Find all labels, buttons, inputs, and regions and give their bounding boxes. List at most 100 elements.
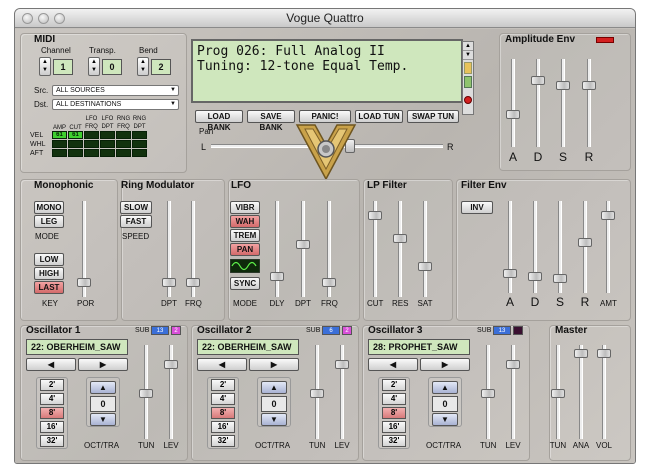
load-tun-button[interactable]: LOAD TUN	[355, 110, 403, 123]
channel-stepper[interactable]: ▲ ▼	[39, 57, 51, 76]
portamento-slider-knob[interactable]	[77, 277, 91, 287]
lfo-dly-slider-track[interactable]	[275, 201, 279, 297]
sub-level[interactable]: 13	[151, 326, 169, 335]
filter-env-a-slider-track[interactable]	[508, 201, 512, 293]
sub-octave[interactable]: 2	[171, 326, 181, 335]
osc1-lev-slider-knob[interactable]	[164, 360, 178, 370]
amp-env-d-slider-track[interactable]	[536, 59, 540, 147]
destination-select[interactable]: ALL DESTINATIONS ▼	[52, 99, 179, 110]
octave-button[interactable]: 8'	[211, 407, 235, 419]
matrix-cell[interactable]	[132, 131, 147, 139]
master-vol-slider-track[interactable]	[602, 345, 606, 439]
lp-sat-slider-track[interactable]	[423, 201, 427, 297]
sync-button[interactable]: SYNC	[230, 277, 260, 290]
osc2-lev-slider-track[interactable]	[340, 345, 344, 439]
wave-prev-button[interactable]: ◀	[197, 358, 247, 371]
osc2-tun-slider-knob[interactable]	[310, 389, 324, 399]
amp-env-r-slider-track[interactable]	[587, 59, 591, 147]
matrix-cell[interactable]	[116, 131, 131, 139]
transpose-down-button[interactable]: ▼	[432, 413, 458, 426]
sub-level[interactable]: 6	[322, 326, 340, 335]
octave-button[interactable]: 32'	[40, 435, 64, 447]
transp-stepper[interactable]: ▲ ▼	[88, 57, 100, 76]
lp-cut-slider-knob[interactable]	[368, 211, 382, 221]
matrix-cell[interactable]	[84, 149, 99, 157]
matrix-cell[interactable]	[100, 140, 115, 148]
mono-button[interactable]: MONO	[34, 201, 64, 214]
lfo-dly-slider-knob[interactable]	[270, 272, 284, 282]
source-select[interactable]: ALL SOURCES ▼	[52, 85, 179, 96]
sub-level[interactable]: 13	[493, 326, 511, 335]
octave-button[interactable]: 8'	[382, 407, 406, 419]
transpose-up-button[interactable]: ▲	[432, 381, 458, 394]
matrix-cell[interactable]	[132, 149, 147, 157]
lp-res-slider-track[interactable]	[398, 201, 402, 297]
sub-octave[interactable]: 2	[342, 326, 352, 335]
sub-octave[interactable]	[513, 326, 523, 335]
save-bank-button[interactable]: SAVE BANK	[247, 110, 295, 132]
filter-env-a-slider-knob[interactable]	[503, 269, 517, 279]
vibrato-button[interactable]: VIBR	[230, 201, 260, 214]
load-bank-button[interactable]: LOAD BANK	[195, 110, 243, 132]
filter-env-amt-slider-knob[interactable]	[601, 210, 615, 220]
ring-frq-slider-knob[interactable]	[186, 277, 200, 287]
legato-button[interactable]: LEG	[34, 215, 64, 228]
master-ana-slider-knob[interactable]	[574, 349, 588, 359]
filter-env-d-slider-knob[interactable]	[528, 271, 542, 281]
high-button[interactable]: HIGH	[34, 267, 64, 280]
octave-button[interactable]: 4'	[40, 393, 64, 405]
wave-prev-button[interactable]: ◀	[368, 358, 418, 371]
matrix-cell[interactable]	[68, 149, 83, 157]
bend-stepper[interactable]: ▲ ▼	[137, 57, 149, 76]
octave-button[interactable]: 2'	[40, 379, 64, 391]
amp-env-d-slider-knob[interactable]	[531, 76, 545, 86]
matrix-cell[interactable]	[52, 149, 67, 157]
matrix-cell[interactable]	[100, 131, 115, 139]
invert-button[interactable]: INV	[461, 201, 493, 214]
transpose-down-button[interactable]: ▼	[261, 413, 287, 426]
octave-button[interactable]: 2'	[211, 379, 235, 391]
matrix-cell[interactable]	[100, 149, 115, 157]
octave-button[interactable]: 16'	[211, 421, 235, 433]
minimize-window-button[interactable]	[38, 13, 49, 24]
tremolo-button[interactable]: TREM	[230, 229, 260, 242]
matrix-cell[interactable]	[52, 140, 67, 148]
low-button[interactable]: LOW	[34, 253, 64, 266]
amp-env-a-slider-track[interactable]	[511, 59, 515, 147]
octave-button[interactable]: 8'	[40, 407, 64, 419]
octave-button[interactable]: 4'	[382, 393, 406, 405]
transpose-up-button[interactable]: ▲	[90, 381, 116, 394]
matrix-cell[interactable]	[84, 131, 99, 139]
amp-env-s-slider-track[interactable]	[561, 59, 565, 147]
osc2-lev-slider-knob[interactable]	[335, 360, 349, 370]
close-window-button[interactable]	[22, 13, 33, 24]
record-icon[interactable]	[464, 96, 472, 104]
lfo-dpt-slider-knob[interactable]	[296, 240, 310, 250]
master-ana-slider-track[interactable]	[579, 345, 583, 439]
lp-sat-slider-knob[interactable]	[418, 261, 432, 271]
matrix-cell[interactable]: 61	[68, 131, 83, 139]
fast-button[interactable]: FAST	[120, 215, 152, 228]
save-icon[interactable]	[464, 76, 472, 88]
scroll-up-icon[interactable]: ▲	[463, 42, 473, 51]
amp-env-a-slider-knob[interactable]	[506, 110, 520, 120]
octave-button[interactable]: 2'	[382, 379, 406, 391]
folder-icon[interactable]	[464, 62, 472, 74]
osc3-tun-slider-knob[interactable]	[481, 389, 495, 399]
osc3-lev-slider-track[interactable]	[511, 345, 515, 439]
matrix-cell[interactable]	[116, 140, 131, 148]
matrix-cell[interactable]: 61	[52, 131, 67, 139]
master-vol-slider-knob[interactable]	[597, 349, 611, 359]
lp-res-slider-knob[interactable]	[393, 234, 407, 244]
wave-next-button[interactable]: ▶	[78, 358, 128, 371]
matrix-cell[interactable]	[132, 140, 147, 148]
matrix-cell[interactable]	[84, 140, 99, 148]
octave-button[interactable]: 32'	[211, 435, 235, 447]
matrix-cell[interactable]	[116, 149, 131, 157]
wave-prev-button[interactable]: ◀	[26, 358, 76, 371]
lfo-waveform-display[interactable]	[230, 259, 260, 273]
wah-button[interactable]: WAH	[230, 215, 260, 228]
octave-button[interactable]: 32'	[382, 435, 406, 447]
octave-button[interactable]: 16'	[382, 421, 406, 433]
octave-button[interactable]: 4'	[211, 393, 235, 405]
